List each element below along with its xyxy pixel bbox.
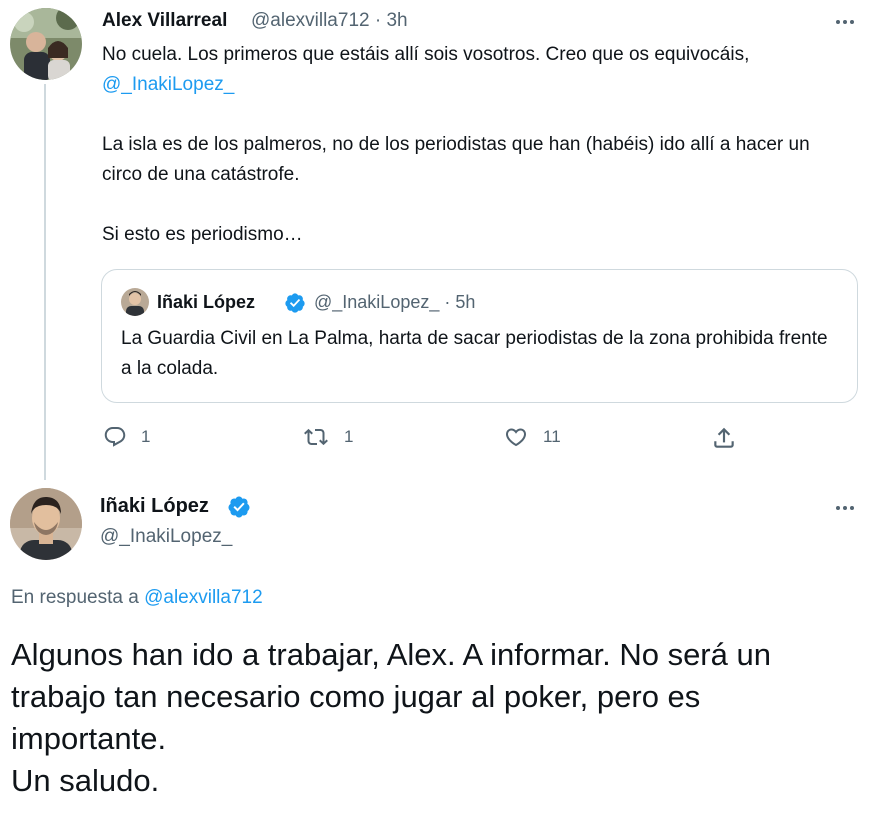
verified-badge-icon	[227, 495, 251, 519]
reply-button[interactable]: 1	[103, 425, 150, 449]
tweet1-text: No cuela. Los primeros que estáis allí s…	[102, 40, 842, 250]
tweet2-handle[interactable]: @_InakiLopez_	[100, 526, 232, 548]
more-horizontal-icon[interactable]	[830, 496, 860, 520]
avatar-alex-villarreal[interactable]	[10, 8, 82, 80]
retweet-icon	[304, 428, 328, 446]
heart-icon	[505, 428, 527, 447]
retweet-count: 1	[344, 427, 354, 446]
tweet2-line2: Un saludo.	[11, 763, 160, 798]
tweet1-paragraph1: No cuela. Los primeros que estáis allí s…	[102, 44, 750, 65]
tweet2-text: Algunos han ido a trabajar, Alex. A info…	[11, 634, 861, 802]
like-button[interactable]: 11	[503, 425, 561, 449]
avatar-inaki-lopez[interactable]	[10, 488, 82, 560]
reply-context: En respuesta a @alexvilla712	[11, 587, 263, 609]
quoted-tweet[interactable]: Iñaki López @_InakiLopez_ · 5h La Guardi…	[101, 269, 858, 403]
quoted-display-name: Iñaki López	[157, 292, 256, 312]
tweet1-paragraph3: Si esto es periodismo…	[102, 224, 303, 245]
like-count: 11	[543, 427, 561, 446]
tweet2-line1: Algunos han ido a trabajar, Alex. A info…	[11, 637, 771, 756]
tweet1-handle-time[interactable]: @alexvilla712 · 3h	[251, 10, 408, 32]
tweet1-display-name[interactable]: Alex Villarreal	[102, 10, 227, 32]
share-icon	[714, 427, 734, 448]
verified-badge-icon	[284, 292, 306, 314]
reply-mention-link[interactable]: @alexvilla712	[144, 587, 263, 608]
thread-connector-line	[44, 84, 46, 480]
retweet-button[interactable]: 1	[302, 425, 353, 449]
quoted-avatar	[121, 288, 149, 316]
reply-context-prefix: En respuesta a	[11, 587, 145, 608]
tweet1-paragraph2: La isla es de los palmeros, no de los pe…	[102, 134, 810, 185]
tweet2-display-name[interactable]: Iñaki López	[100, 495, 209, 518]
mention-link[interactable]: @_InakiLopez_	[102, 74, 234, 95]
quoted-text: La Guardia Civil en La Palma, harta de s…	[121, 328, 828, 379]
more-horizontal-icon[interactable]	[830, 10, 860, 34]
quoted-handle-time: @_InakiLopez_ · 5h	[314, 292, 476, 312]
reply-icon	[104, 427, 126, 447]
reply-count: 1	[141, 427, 151, 446]
share-button[interactable]	[711, 425, 737, 451]
